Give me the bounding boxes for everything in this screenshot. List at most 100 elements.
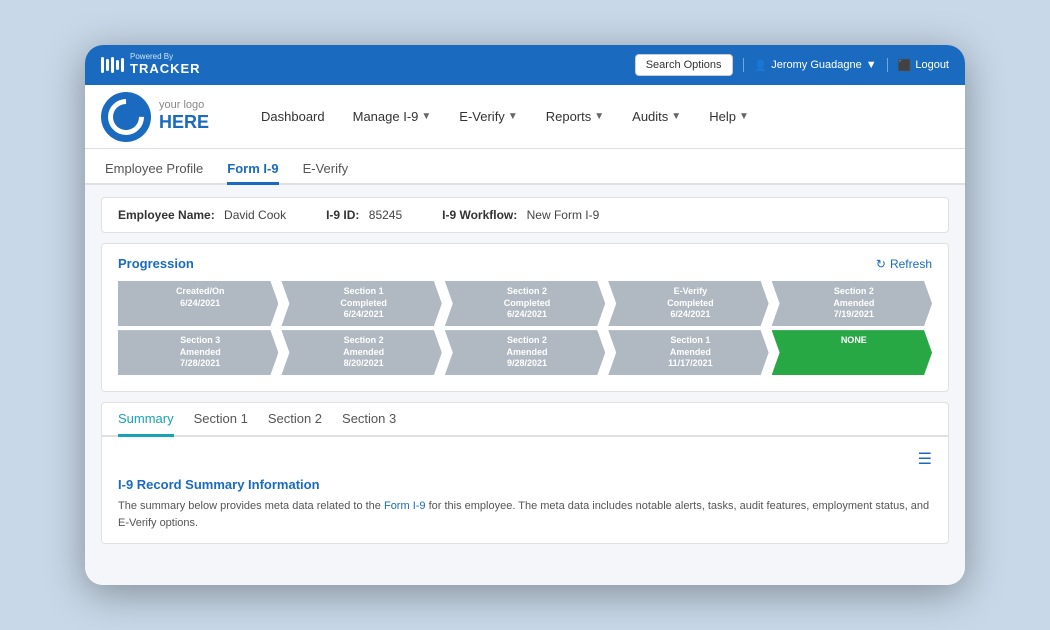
section-tab-bar: Summary Section 1 Section 2 Section 3 [102, 403, 948, 437]
refresh-button[interactable]: ↻ Refresh [876, 257, 932, 271]
section-tab-section3[interactable]: Section 3 [342, 403, 396, 437]
record-summary-desc: The summary below provides meta data rel… [118, 498, 932, 531]
progression-row2: Section 3 Amended 7/28/2021 Section 2 Am… [118, 330, 932, 375]
tab-employee-profile-label: Employee Profile [105, 161, 203, 176]
tab-everify[interactable]: E-Verify [303, 155, 349, 185]
progression-row1: Created/On 6/24/2021 Section 1 Completed… [118, 281, 932, 326]
tab-form-i9[interactable]: Form I-9 [227, 155, 278, 185]
powered-by: Powered By [130, 53, 201, 62]
chevron-everify-completed: E-Verify Completed 6/24/2021 [608, 281, 768, 326]
section-tab-section3-label: Section 3 [342, 411, 396, 426]
chevron-s2a3-line3: 9/28/2021 [457, 358, 597, 370]
chevron-s3a-line3: 7/28/2021 [130, 358, 270, 370]
chevron-s2-amended3: Section 2 Amended 9/28/2021 [445, 330, 605, 375]
logout-button[interactable]: ⬛ Logout [898, 59, 949, 72]
chevron-ev-line3: 6/24/2021 [620, 309, 760, 321]
chevron-created-line1: Created/On [130, 286, 270, 298]
bar4 [116, 60, 119, 70]
workflow-value: New Form I-9 [527, 208, 600, 222]
progression-header: Progression ↻ Refresh [118, 256, 932, 271]
section-content-area: ☰ I-9 Record Summary Information The sum… [102, 437, 948, 543]
chevron-none-label: NONE [784, 335, 924, 347]
chevron-created-line2: 6/24/2021 [130, 298, 270, 310]
logout-label: Logout [915, 59, 949, 71]
chevron-s2a1-line1: Section 2 [784, 286, 924, 298]
chevron-s1a-line2: Amended [620, 347, 760, 359]
logo-area: your logo HERE [101, 92, 209, 142]
chevron-ev-line2: Completed [620, 298, 760, 310]
progression-card: Progression ↻ Refresh Created/On 6/24/20… [101, 243, 949, 392]
refresh-label: Refresh [890, 257, 932, 271]
section-tab-section2[interactable]: Section 2 [268, 403, 322, 437]
user-info[interactable]: 👤 Jeromy Guadagne ▼ [754, 59, 877, 72]
tracker-logo-icon [101, 57, 124, 73]
chevron-s1a-line3: 11/17/2021 [620, 358, 760, 370]
bar3 [111, 57, 114, 73]
logout-icon: ⬛ [898, 59, 912, 72]
tracker-name: TRACKER [130, 62, 201, 76]
nav-reports-arrow: ▼ [594, 111, 604, 122]
nav-help-label: Help [709, 109, 736, 124]
top-bar: Powered By TRACKER Search Options 👤 Jero… [85, 45, 965, 85]
bar2 [106, 59, 109, 71]
workflow-item: I-9 Workflow: New Form I-9 [442, 208, 599, 222]
logo-circle-inner [101, 92, 151, 142]
chevron-s2a1-line3: 7/19/2021 [784, 309, 924, 321]
chevron-s3-amended: Section 3 Amended 7/28/2021 [118, 330, 278, 375]
employee-id-label: I-9 ID: [326, 208, 359, 222]
nav-help[interactable]: Help ▼ [697, 103, 761, 130]
refresh-icon: ↻ [876, 257, 886, 271]
chevron-s1-line2: Completed [293, 298, 433, 310]
logo-line1: your logo [159, 99, 209, 112]
logo-line2: HERE [159, 112, 209, 132]
nav-manage-i9[interactable]: Manage I-9 ▼ [341, 103, 444, 130]
tab-form-i9-label: Form I-9 [227, 161, 278, 176]
tracker-text: Powered By TRACKER [130, 53, 201, 76]
chevron-s1-amended: Section 1 Amended 11/17/2021 [608, 330, 768, 375]
nav-everify[interactable]: E-Verify ▼ [447, 103, 529, 130]
device-frame: Powered By TRACKER Search Options 👤 Jero… [85, 45, 965, 585]
section-tab-section1[interactable]: Section 1 [194, 403, 248, 437]
search-options-button[interactable]: Search Options [635, 54, 733, 76]
chevron-s2c-line3: 6/24/2021 [457, 309, 597, 321]
divider2 [887, 58, 888, 72]
user-icon: 👤 [754, 59, 768, 72]
nav-audits-arrow: ▼ [671, 111, 681, 122]
main-content: Employee Name: David Cook I-9 ID: 85245 … [85, 185, 965, 585]
chevron-s1-completed: Section 1 Completed 6/24/2021 [281, 281, 441, 326]
nav-everify-arrow: ▼ [508, 111, 518, 122]
chevron-s1-line1: Section 1 [293, 286, 433, 298]
nav-audits[interactable]: Audits ▼ [620, 103, 693, 130]
sub-tabs: Employee Profile Form I-9 E-Verify [85, 149, 965, 185]
chevron-s3a-line2: Amended [130, 347, 270, 359]
chevron-s2a1-line2: Amended [784, 298, 924, 310]
record-summary-title: I-9 Record Summary Information [118, 477, 932, 492]
logo-text: your logo HERE [159, 99, 209, 134]
chevron-s2-amended2: Section 2 Amended 8/20/2021 [281, 330, 441, 375]
logo-circle [101, 92, 151, 142]
tracker-logo: Powered By TRACKER [101, 53, 201, 76]
section-tab-summary-label: Summary [118, 411, 174, 426]
chevron-none: NONE [772, 330, 932, 375]
hamburger-icon: ☰ [918, 451, 932, 468]
section-tab-summary[interactable]: Summary [118, 403, 174, 437]
tab-employee-profile[interactable]: Employee Profile [105, 155, 203, 185]
divider [743, 58, 744, 72]
employee-name-item: Employee Name: David Cook [118, 208, 286, 222]
menu-icon-btn[interactable]: ☰ [918, 449, 932, 469]
employee-name-label: Employee Name: [118, 208, 215, 222]
chevron-s2a2-line3: 8/20/2021 [293, 358, 433, 370]
nav-everify-label: E-Verify [459, 109, 505, 124]
chevron-s2a2-line1: Section 2 [293, 335, 433, 347]
form-i9-link[interactable]: Form I-9 [384, 500, 426, 512]
nav-manage-i9-label: Manage I-9 [353, 109, 419, 124]
record-desc-text1: The summary below provides meta data rel… [118, 500, 384, 512]
user-dropdown-arrow: ▼ [866, 59, 877, 71]
chevron-created: Created/On 6/24/2021 [118, 281, 278, 326]
nav-reports[interactable]: Reports ▼ [534, 103, 616, 130]
section-tab-section2-label: Section 2 [268, 411, 322, 426]
chevron-s2c-line2: Completed [457, 298, 597, 310]
section-tabs-card: Summary Section 1 Section 2 Section 3 ☰ … [101, 402, 949, 544]
nav-dashboard[interactable]: Dashboard [249, 103, 337, 130]
chevron-s1a-line1: Section 1 [620, 335, 760, 347]
